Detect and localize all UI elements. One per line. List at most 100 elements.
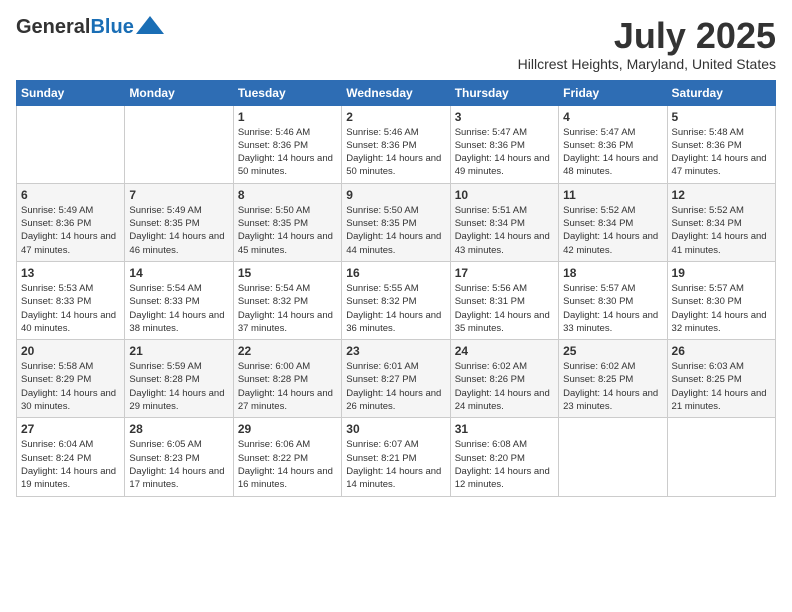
day-info: Sunrise: 5:56 AM Sunset: 8:31 PM Dayligh…	[455, 282, 554, 335]
day-info: Sunrise: 5:57 AM Sunset: 8:30 PM Dayligh…	[563, 282, 662, 335]
calendar-cell	[559, 418, 667, 496]
page-header: GeneralBlue July 2025 Hillcrest Heights,…	[16, 16, 776, 72]
calendar-week-row: 27 Sunrise: 6:04 AM Sunset: 8:24 PM Dayli…	[17, 418, 776, 496]
calendar-cell: 28 Sunrise: 6:05 AM Sunset: 8:23 PM Dayli…	[125, 418, 233, 496]
calendar-cell: 22 Sunrise: 6:00 AM Sunset: 8:28 PM Dayli…	[233, 340, 341, 418]
calendar-cell: 7Sunrise: 5:49 AM Sunset: 8:35 PM Daylig…	[125, 183, 233, 261]
calendar-cell	[17, 105, 125, 183]
day-number: 6	[21, 188, 120, 202]
weekday-header-friday: Friday	[559, 80, 667, 105]
day-info: Sunrise: 6:02 AM Sunset: 8:26 PM Dayligh…	[455, 360, 554, 413]
calendar-cell	[125, 105, 233, 183]
day-info: Sunrise: 5:52 AM Sunset: 8:34 PM Dayligh…	[563, 204, 662, 257]
calendar-cell: 4 Sunrise: 5:47 AM Sunset: 8:36 PM Daylig…	[559, 105, 667, 183]
day-number: 30	[346, 422, 445, 436]
weekday-header-sunday: Sunday	[17, 80, 125, 105]
day-info: Sunrise: 5:55 AM Sunset: 8:32 PM Dayligh…	[346, 282, 445, 335]
day-number: 1	[238, 110, 337, 124]
day-number: 16	[346, 266, 445, 280]
day-info: Sunrise: 5:47 AM Sunset: 8:36 PM Dayligh…	[455, 126, 554, 179]
calendar-cell: 23Sunrise: 6:01 AM Sunset: 8:27 PM Dayli…	[342, 340, 450, 418]
calendar-cell: 29 Sunrise: 6:06 AM Sunset: 8:22 PM Dayli…	[233, 418, 341, 496]
day-number: 21	[129, 344, 228, 358]
calendar-cell: 5Sunrise: 5:48 AM Sunset: 8:36 PM Daylig…	[667, 105, 775, 183]
calendar-cell: 21 Sunrise: 5:59 AM Sunset: 8:28 PM Dayli…	[125, 340, 233, 418]
weekday-header-row: SundayMondayTuesdayWednesdayThursdayFrid…	[17, 80, 776, 105]
day-info: Sunrise: 5:54 AM Sunset: 8:32 PM Dayligh…	[238, 282, 337, 335]
weekday-header-saturday: Saturday	[667, 80, 775, 105]
calendar-cell: 6 Sunrise: 5:49 AM Sunset: 8:36 PM Daylig…	[17, 183, 125, 261]
calendar-cell: 31Sunrise: 6:08 AM Sunset: 8:20 PM Dayli…	[450, 418, 558, 496]
day-number: 20	[21, 344, 120, 358]
calendar-table: SundayMondayTuesdayWednesdayThursdayFrid…	[16, 80, 776, 497]
calendar-cell: 12Sunrise: 5:52 AM Sunset: 8:34 PM Dayli…	[667, 183, 775, 261]
day-info: Sunrise: 5:57 AM Sunset: 8:30 PM Dayligh…	[672, 282, 771, 335]
calendar-week-row: 1 Sunrise: 5:46 AM Sunset: 8:36 PM Daylig…	[17, 105, 776, 183]
calendar-cell: 15 Sunrise: 5:54 AM Sunset: 8:32 PM Dayli…	[233, 261, 341, 339]
calendar-cell: 14 Sunrise: 5:54 AM Sunset: 8:33 PM Dayli…	[125, 261, 233, 339]
day-number: 18	[563, 266, 662, 280]
day-number: 2	[346, 110, 445, 124]
day-number: 3	[455, 110, 554, 124]
day-info: Sunrise: 5:59 AM Sunset: 8:28 PM Dayligh…	[129, 360, 228, 413]
day-number: 14	[129, 266, 228, 280]
day-number: 8	[238, 188, 337, 202]
weekday-header-wednesday: Wednesday	[342, 80, 450, 105]
location-subtitle: Hillcrest Heights, Maryland, United Stat…	[518, 56, 776, 72]
calendar-cell: 16 Sunrise: 5:55 AM Sunset: 8:32 PM Dayli…	[342, 261, 450, 339]
calendar-cell: 17 Sunrise: 5:56 AM Sunset: 8:31 PM Dayli…	[450, 261, 558, 339]
calendar-cell: 10 Sunrise: 5:51 AM Sunset: 8:34 PM Dayli…	[450, 183, 558, 261]
day-info: Sunrise: 6:07 AM Sunset: 8:21 PM Dayligh…	[346, 438, 445, 491]
day-info: Sunrise: 5:50 AM Sunset: 8:35 PM Dayligh…	[346, 204, 445, 257]
logo-text: GeneralBlue	[16, 16, 134, 38]
day-number: 25	[563, 344, 662, 358]
day-number: 5	[672, 110, 771, 124]
weekday-header-tuesday: Tuesday	[233, 80, 341, 105]
calendar-cell: 2Sunrise: 5:46 AM Sunset: 8:36 PM Daylig…	[342, 105, 450, 183]
day-number: 19	[672, 266, 771, 280]
calendar-week-row: 13Sunrise: 5:53 AM Sunset: 8:33 PM Dayli…	[17, 261, 776, 339]
day-info: Sunrise: 6:03 AM Sunset: 8:25 PM Dayligh…	[672, 360, 771, 413]
day-info: Sunrise: 5:50 AM Sunset: 8:35 PM Dayligh…	[238, 204, 337, 257]
day-info: Sunrise: 5:53 AM Sunset: 8:33 PM Dayligh…	[21, 282, 120, 335]
day-number: 24	[455, 344, 554, 358]
day-info: Sunrise: 6:02 AM Sunset: 8:25 PM Dayligh…	[563, 360, 662, 413]
calendar-cell: 24 Sunrise: 6:02 AM Sunset: 8:26 PM Dayli…	[450, 340, 558, 418]
calendar-cell: 30 Sunrise: 6:07 AM Sunset: 8:21 PM Dayli…	[342, 418, 450, 496]
logo-icon	[136, 16, 164, 34]
calendar-cell: 1 Sunrise: 5:46 AM Sunset: 8:36 PM Daylig…	[233, 105, 341, 183]
calendar-week-row: 20Sunrise: 5:58 AM Sunset: 8:29 PM Dayli…	[17, 340, 776, 418]
day-number: 26	[672, 344, 771, 358]
day-info: Sunrise: 5:49 AM Sunset: 8:35 PM Dayligh…	[129, 204, 228, 257]
day-info: Sunrise: 5:47 AM Sunset: 8:36 PM Dayligh…	[563, 126, 662, 179]
day-info: Sunrise: 5:49 AM Sunset: 8:36 PM Dayligh…	[21, 204, 120, 257]
day-number: 11	[563, 188, 662, 202]
day-info: Sunrise: 6:05 AM Sunset: 8:23 PM Dayligh…	[129, 438, 228, 491]
calendar-cell: 27 Sunrise: 6:04 AM Sunset: 8:24 PM Dayli…	[17, 418, 125, 496]
calendar-cell: 25 Sunrise: 6:02 AM Sunset: 8:25 PM Dayli…	[559, 340, 667, 418]
calendar-cell: 26 Sunrise: 6:03 AM Sunset: 8:25 PM Dayli…	[667, 340, 775, 418]
day-info: Sunrise: 5:51 AM Sunset: 8:34 PM Dayligh…	[455, 204, 554, 257]
day-number: 15	[238, 266, 337, 280]
title-block: July 2025 Hillcrest Heights, Maryland, U…	[518, 16, 776, 72]
day-info: Sunrise: 6:06 AM Sunset: 8:22 PM Dayligh…	[238, 438, 337, 491]
day-number: 27	[21, 422, 120, 436]
calendar-cell: 19 Sunrise: 5:57 AM Sunset: 8:30 PM Dayli…	[667, 261, 775, 339]
day-info: Sunrise: 6:00 AM Sunset: 8:28 PM Dayligh…	[238, 360, 337, 413]
calendar-week-row: 6 Sunrise: 5:49 AM Sunset: 8:36 PM Daylig…	[17, 183, 776, 261]
day-number: 10	[455, 188, 554, 202]
day-number: 17	[455, 266, 554, 280]
day-info: Sunrise: 5:46 AM Sunset: 8:36 PM Dayligh…	[238, 126, 337, 179]
calendar-cell: 20Sunrise: 5:58 AM Sunset: 8:29 PM Dayli…	[17, 340, 125, 418]
month-title: July 2025	[518, 16, 776, 56]
calendar-cell: 13Sunrise: 5:53 AM Sunset: 8:33 PM Dayli…	[17, 261, 125, 339]
day-number: 22	[238, 344, 337, 358]
calendar-cell: 3 Sunrise: 5:47 AM Sunset: 8:36 PM Daylig…	[450, 105, 558, 183]
day-info: Sunrise: 6:04 AM Sunset: 8:24 PM Dayligh…	[21, 438, 120, 491]
day-info: Sunrise: 5:54 AM Sunset: 8:33 PM Dayligh…	[129, 282, 228, 335]
day-number: 12	[672, 188, 771, 202]
day-number: 4	[563, 110, 662, 124]
day-number: 28	[129, 422, 228, 436]
day-number: 23	[346, 344, 445, 358]
day-number: 29	[238, 422, 337, 436]
